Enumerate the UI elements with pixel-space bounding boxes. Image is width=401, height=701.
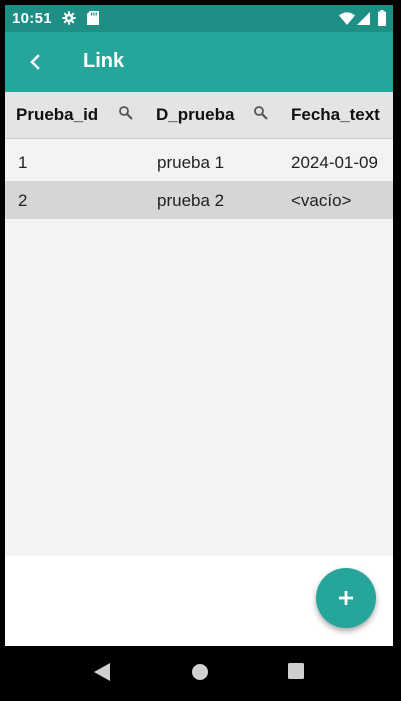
cell-prueba-id: 1 — [18, 153, 28, 172]
cell-d-prueba: prueba 2 — [157, 191, 225, 210]
data-table: Prueba_id D_prueba Fecha_text 1 prueba 1… — [5, 92, 393, 556]
cell-d-prueba: prueba 1 — [157, 153, 225, 172]
search-icon[interactable] — [118, 105, 134, 121]
status-bar: 10:51 — [5, 5, 393, 32]
table-row[interactable]: 1 prueba 1 2024-01-09 — [5, 143, 393, 181]
column-header-prueba-id[interactable]: Prueba_id — [16, 105, 98, 125]
gear-icon — [62, 11, 76, 25]
chevron-left-icon — [30, 54, 40, 70]
status-time: 10:51 — [12, 10, 52, 27]
search-icon[interactable] — [253, 105, 269, 121]
cell-fecha-text: <vacío> — [291, 191, 352, 210]
signal-icon — [357, 12, 370, 25]
home-circle-icon[interactable] — [191, 663, 209, 681]
page-title: Link — [83, 50, 125, 72]
cell-prueba-id: 2 — [18, 191, 28, 210]
battery-icon — [378, 10, 386, 26]
app-bar: Link — [5, 32, 393, 92]
column-header-d-prueba[interactable]: D_prueba — [156, 105, 234, 125]
table-row[interactable]: 2 prueba 2 <vacío> — [5, 181, 393, 219]
cell-fecha-text: 2024-01-09 — [291, 153, 378, 172]
recents-square-icon[interactable] — [288, 663, 304, 679]
back-button[interactable] — [21, 48, 49, 76]
navigation-bar — [5, 646, 393, 696]
phone-screen: 10:51 Link Prueba_id D_prueba Fecha_text… — [5, 5, 393, 696]
sd-card-icon — [87, 11, 99, 25]
plus-icon — [339, 591, 353, 605]
table-header: Prueba_id D_prueba Fecha_text — [5, 92, 393, 139]
wifi-icon — [339, 12, 355, 25]
back-triangle-icon[interactable] — [93, 662, 111, 682]
column-header-fecha-text[interactable]: Fecha_text — [291, 105, 380, 125]
add-button[interactable] — [316, 568, 376, 628]
